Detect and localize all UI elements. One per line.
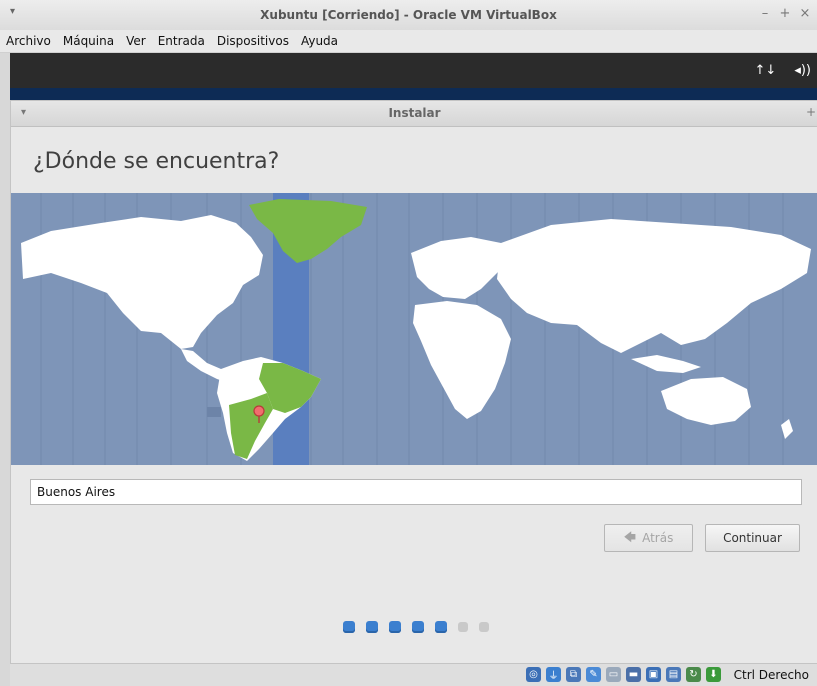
minimize-button[interactable]: – — [759, 6, 771, 21]
vbox-status-bar: ◎ ⏚ ⧉ ✎ ▭ ▬ ▣ ▤ ↻ ⬇ Ctrl Derecho — [10, 663, 817, 686]
page-title: ¿Dónde se encuentra? — [33, 149, 280, 174]
cpu-icon[interactable]: ▤ — [666, 667, 681, 682]
video-capture-icon[interactable]: ▣ — [646, 667, 661, 682]
menu-ayuda[interactable]: Ayuda — [301, 34, 338, 48]
australia-shape — [661, 377, 751, 425]
pen-icon[interactable]: ✎ — [586, 667, 601, 682]
world-map-svg — [21, 193, 811, 465]
installer-window: ▾ Instalar + ¿Dónde se encuentra? Buenos… — [10, 100, 817, 665]
vbox-titlebar: ▾ Xubuntu [Corriendo] - Oracle VM Virtua… — [0, 0, 817, 31]
north-america-shape — [21, 215, 263, 349]
location-pin-icon[interactable] — [253, 405, 265, 417]
guest-desktop-background — [10, 88, 817, 100]
pacific-island-zone — [207, 407, 221, 417]
menu-archivo[interactable]: Archivo — [6, 34, 51, 48]
maximize-button[interactable]: + — [779, 6, 791, 21]
asia-shape — [497, 219, 811, 353]
display-icon[interactable]: ▬ — [626, 667, 641, 682]
window-controls: – + × — [759, 6, 811, 21]
menu-ver[interactable]: Ver — [126, 34, 146, 48]
back-arrow-icon: 🡄 — [623, 529, 637, 544]
progress-step-dot — [366, 621, 378, 633]
continue-button[interactable]: Continuar — [705, 524, 800, 552]
menu-entrada[interactable]: Entrada — [158, 34, 205, 48]
menu-maquina[interactable]: Máquina — [63, 34, 114, 48]
keyboard-icon[interactable]: ⬇ — [706, 667, 721, 682]
location-input[interactable] — [30, 479, 802, 505]
continue-button-label: Continuar — [723, 531, 782, 545]
indonesia-shape — [631, 355, 701, 373]
timezone-map[interactable] — [11, 193, 817, 465]
network-indicator-icon[interactable]: ↑↓ — [755, 63, 777, 78]
status-icons: ◎ ⏚ ⧉ ✎ ▭ ▬ ▣ ▤ ↻ ⬇ — [526, 667, 721, 682]
progress-step-dot — [412, 621, 424, 633]
africa-shape — [413, 301, 511, 419]
guest-top-panel: ↑↓ ◂)) — [10, 53, 817, 88]
menubar: Archivo Máquina Ver Entrada Dispositivos… — [0, 30, 817, 53]
window-title: Xubuntu [Corriendo] - Oracle VM VirtualB… — [260, 8, 557, 22]
volume-icon[interactable]: ◂)) — [794, 63, 811, 78]
installer-maximize-icon[interactable]: + — [806, 105, 816, 119]
network-icon[interactable]: ⧉ — [566, 667, 581, 682]
optical-drive-icon[interactable]: ◎ — [526, 667, 541, 682]
progress-step-dot — [479, 622, 489, 632]
host-key-label: Ctrl Derecho — [733, 668, 809, 682]
installer-title: Instalar — [388, 106, 441, 120]
back-button-label: Atrás — [642, 531, 674, 545]
shared-folder-icon[interactable]: ▭ — [606, 667, 621, 682]
progress-step-dot — [458, 622, 468, 632]
greenland-shape — [249, 199, 367, 263]
progress-step-dot — [435, 621, 447, 633]
installer-titlebar: ▾ Instalar + — [11, 101, 817, 127]
close-button[interactable]: × — [799, 6, 811, 21]
usb-icon[interactable]: ⏚ — [546, 667, 561, 682]
progress-step-dot — [389, 621, 401, 633]
europe-shape — [411, 237, 511, 299]
mouse-integration-icon[interactable]: ↻ — [686, 667, 701, 682]
progress-step-dot — [343, 621, 355, 633]
menu-dispositivos[interactable]: Dispositivos — [217, 34, 289, 48]
progress-indicator — [343, 621, 489, 633]
back-button[interactable]: 🡄 Atrás — [604, 524, 693, 552]
